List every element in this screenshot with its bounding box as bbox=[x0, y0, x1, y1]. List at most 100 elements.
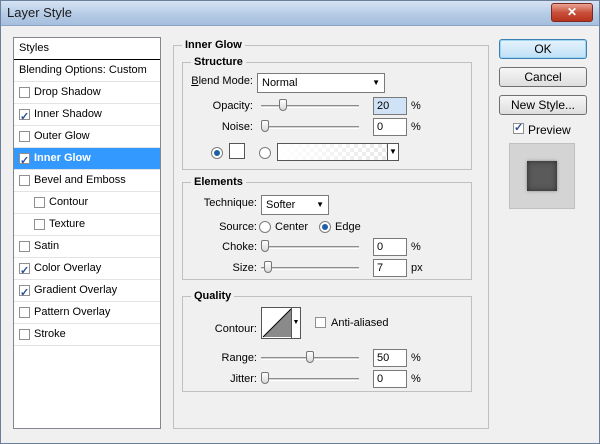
jitter-label: Jitter: bbox=[230, 373, 257, 385]
style-checkbox[interactable] bbox=[34, 219, 45, 230]
jitter-unit: % bbox=[411, 373, 421, 385]
style-item-bevel-and-emboss[interactable]: Bevel and Emboss bbox=[14, 170, 160, 192]
style-item-label: Outer Glow bbox=[34, 130, 90, 142]
choke-slider-track[interactable] bbox=[261, 246, 359, 249]
preview-checkbox[interactable] bbox=[513, 121, 524, 134]
jitter-slider-track[interactable] bbox=[261, 378, 359, 381]
noise-unit: % bbox=[411, 121, 421, 133]
styles-header[interactable]: Styles bbox=[14, 38, 160, 60]
close-icon: ✕ bbox=[566, 5, 578, 19]
range-label: Range: bbox=[221, 352, 257, 364]
choke-input[interactable]: 0 bbox=[373, 238, 407, 256]
window-title: Layer Style bbox=[7, 5, 73, 20]
size-label: Size: bbox=[232, 262, 257, 274]
blend-mode-value: Normal bbox=[262, 77, 298, 89]
close-button[interactable]: ✕ bbox=[551, 3, 593, 22]
style-item-label: Satin bbox=[34, 240, 60, 252]
choke-unit: % bbox=[411, 241, 421, 253]
cancel-button[interactable]: Cancel bbox=[499, 67, 587, 87]
style-checkbox[interactable] bbox=[19, 241, 30, 252]
style-checkbox[interactable] bbox=[19, 107, 30, 128]
style-checkbox[interactable] bbox=[19, 151, 30, 172]
blending-options-item[interactable]: Blending Options: Custom bbox=[14, 60, 160, 82]
blend-mode-select[interactable]: Normal ▼ bbox=[257, 73, 385, 93]
elements-title: Elements bbox=[191, 176, 246, 188]
solid-color-radio[interactable] bbox=[211, 147, 223, 159]
noise-input[interactable]: 0 bbox=[373, 118, 407, 136]
quality-title: Quality bbox=[191, 290, 235, 302]
style-item-label: Drop Shadow bbox=[34, 86, 101, 98]
ok-button[interactable]: OK bbox=[499, 39, 587, 59]
contour-preview-icon bbox=[262, 308, 292, 338]
style-checkbox[interactable] bbox=[19, 261, 30, 282]
opacity-label: Opacity: bbox=[212, 100, 253, 112]
source-edge-label: Edge bbox=[335, 221, 361, 233]
size-input[interactable]: 7 bbox=[373, 259, 407, 277]
source-center-radio[interactable] bbox=[259, 221, 271, 233]
style-checkbox[interactable] bbox=[19, 329, 30, 340]
style-checkbox[interactable] bbox=[19, 307, 30, 318]
style-item-texture[interactable]: Texture bbox=[14, 214, 160, 236]
style-item-pattern-overlay[interactable]: Pattern Overlay bbox=[14, 302, 160, 324]
gradient-radio[interactable] bbox=[259, 147, 271, 159]
chevron-down-icon: ▼ bbox=[291, 308, 300, 338]
style-checkbox[interactable] bbox=[19, 283, 30, 304]
style-item-satin[interactable]: Satin bbox=[14, 236, 160, 258]
blend-mode-label-first: B bbox=[191, 75, 199, 87]
style-item-color-overlay[interactable]: Color Overlay bbox=[14, 258, 160, 282]
blending-options-label: Blending Options: Custom bbox=[19, 64, 147, 76]
glow-color-swatch[interactable] bbox=[229, 143, 245, 159]
style-item-drop-shadow[interactable]: Drop Shadow bbox=[14, 82, 160, 104]
style-checkbox[interactable] bbox=[19, 87, 30, 98]
dialog-body: Styles Blending Options: Custom Drop Sha… bbox=[7, 31, 593, 439]
size-slider-track[interactable] bbox=[261, 267, 359, 270]
chevron-down-icon: ▼ bbox=[316, 200, 324, 209]
choke-label: Choke: bbox=[222, 241, 257, 253]
style-item-label: Stroke bbox=[34, 328, 66, 340]
technique-select[interactable]: Softer ▼ bbox=[261, 195, 329, 215]
blend-mode-label-rest: lend Mode: bbox=[198, 75, 253, 87]
range-unit: % bbox=[411, 352, 421, 364]
style-checkbox[interactable] bbox=[34, 197, 45, 208]
layer-style-dialog: Layer Style ✕ Styles Blending Options: C… bbox=[0, 0, 600, 444]
style-item-label: Bevel and Emboss bbox=[34, 174, 126, 186]
title-bar[interactable]: Layer Style ✕ bbox=[1, 1, 599, 26]
opacity-slider-thumb[interactable] bbox=[279, 99, 287, 111]
jitter-input[interactable]: 0 bbox=[373, 370, 407, 388]
styles-header-label: Styles bbox=[19, 42, 49, 54]
style-item-stroke[interactable]: Stroke bbox=[14, 324, 160, 346]
style-checkbox[interactable] bbox=[19, 131, 30, 142]
elements-group: Elements Technique: Softer ▼ Source: Cen… bbox=[182, 176, 472, 280]
new-style-button[interactable]: New Style... bbox=[499, 95, 587, 115]
style-checkbox[interactable] bbox=[19, 175, 30, 186]
anti-aliased-checkbox[interactable] bbox=[315, 317, 326, 328]
style-item-inner-shadow[interactable]: Inner Shadow bbox=[14, 104, 160, 128]
style-item-label: Gradient Overlay bbox=[34, 284, 118, 296]
preview-label: Preview bbox=[528, 123, 571, 137]
style-item-label: Contour bbox=[49, 196, 89, 208]
style-item-inner-glow[interactable]: Inner Glow bbox=[14, 148, 160, 172]
noise-slider-track[interactable] bbox=[261, 126, 359, 129]
range-input[interactable]: 50 bbox=[373, 349, 407, 367]
style-item-gradient-overlay[interactable]: Gradient Overlay bbox=[14, 280, 160, 304]
noise-slider-thumb[interactable] bbox=[261, 120, 269, 132]
inner-glow-title: Inner Glow bbox=[182, 39, 245, 51]
opacity-input[interactable]: 20 bbox=[373, 97, 407, 115]
contour-picker[interactable]: ▼ bbox=[261, 307, 301, 339]
range-slider-thumb[interactable] bbox=[306, 351, 314, 363]
style-preview bbox=[509, 143, 575, 209]
choke-slider-thumb[interactable] bbox=[261, 240, 269, 252]
quality-group: Quality Contour: ▼ Anti-aliased Range: 5… bbox=[182, 290, 472, 392]
technique-label: Technique: bbox=[203, 197, 257, 209]
glow-gradient-picker[interactable]: ▼ bbox=[277, 143, 399, 161]
style-item-label: Color Overlay bbox=[34, 262, 102, 274]
size-slider-thumb[interactable] bbox=[263, 261, 272, 273]
anti-aliased-label: Anti-aliased bbox=[331, 317, 389, 329]
source-label: Source: bbox=[219, 221, 257, 233]
style-preview-swatch bbox=[527, 161, 557, 191]
style-item-contour[interactable]: Contour bbox=[14, 192, 160, 214]
style-item-outer-glow[interactable]: Outer Glow bbox=[14, 126, 160, 148]
jitter-slider-thumb[interactable] bbox=[261, 372, 269, 384]
opacity-slider-track[interactable] bbox=[261, 105, 359, 108]
source-edge-radio[interactable] bbox=[319, 221, 331, 233]
